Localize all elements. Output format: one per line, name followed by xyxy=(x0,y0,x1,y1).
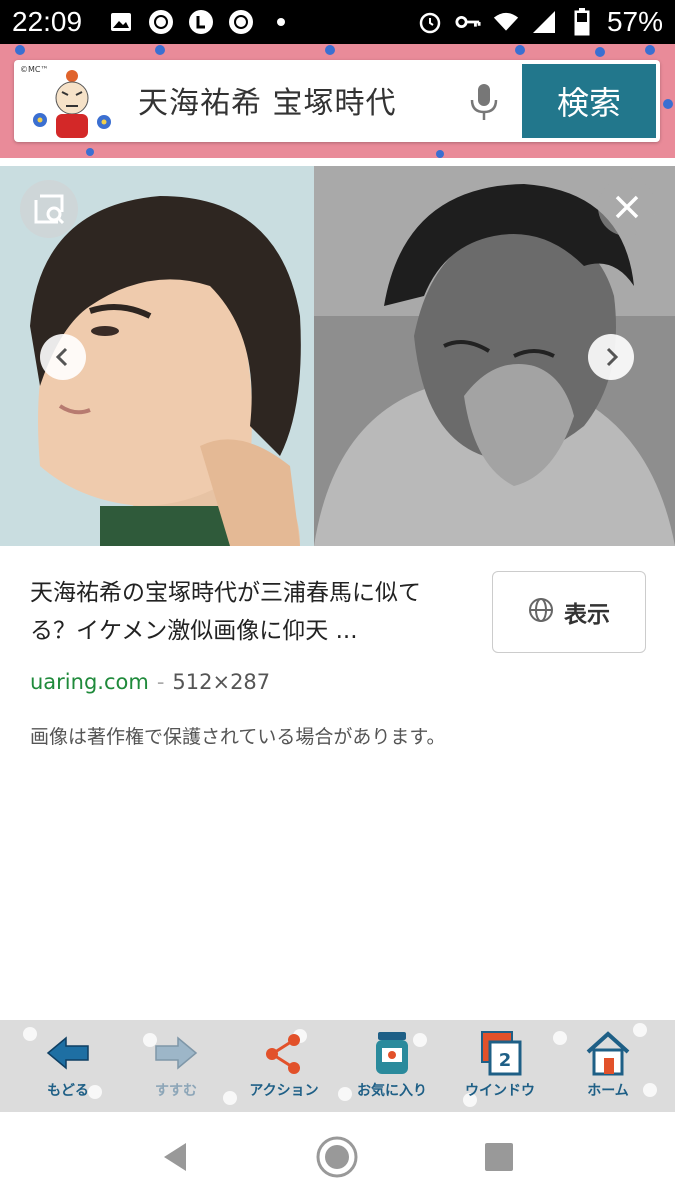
image-search-icon[interactable] xyxy=(20,180,78,238)
source-row: uaring.com -512×287 xyxy=(30,670,270,694)
little-my-logo: ©MC™ xyxy=(16,62,116,140)
nav-back-icon[interactable] xyxy=(150,1132,200,1182)
key-icon xyxy=(455,9,481,35)
status-time: 22:09 xyxy=(12,6,83,37)
nav-home-icon[interactable] xyxy=(312,1132,362,1182)
copyright-notice: 画像は著作権で保護されている場合があります。 xyxy=(30,726,446,748)
alarm-icon xyxy=(417,9,443,35)
logo-text: ©MC™ xyxy=(20,65,49,74)
home-icon xyxy=(586,1031,630,1076)
browser-toolbar: もどる すすむ アクション お気に入り 2 ウインドウ ホーム xyxy=(0,1020,675,1112)
home-label: ホーム xyxy=(587,1083,629,1099)
home-button[interactable]: ホーム xyxy=(554,1030,662,1108)
source-separator: - xyxy=(156,670,165,694)
jar-bookmark-icon xyxy=(376,1032,408,1074)
status-bar: 22:09 57% xyxy=(0,0,675,44)
window-label: ウインドウ xyxy=(465,1083,535,1099)
window-count-badge: 2 xyxy=(499,1050,512,1071)
mic-icon[interactable] xyxy=(466,82,502,122)
chevron-left-icon[interactable] xyxy=(40,334,86,380)
share-icon xyxy=(266,1034,300,1074)
system-nav-bar xyxy=(0,1112,675,1200)
view-button-label: 表示 xyxy=(564,602,610,628)
globe-icon xyxy=(528,597,554,627)
image-viewer[interactable] xyxy=(0,166,675,546)
line-l-icon xyxy=(188,9,214,35)
view-button[interactable]: 表示 xyxy=(492,571,646,653)
battery-percent: 57% xyxy=(606,6,663,37)
forward-arrow-icon xyxy=(155,1036,198,1070)
favorites-label: お気に入り xyxy=(357,1083,427,1099)
search-button[interactable]: 検索 xyxy=(520,62,658,140)
action-button[interactable]: アクション xyxy=(230,1030,338,1108)
action-label: アクション xyxy=(249,1083,319,1099)
back-label: もどる xyxy=(47,1083,89,1099)
nav-recents-icon[interactable] xyxy=(474,1132,524,1182)
window-button[interactable]: 2 ウインドウ xyxy=(446,1030,554,1108)
forward-button[interactable]: すすむ xyxy=(122,1030,230,1108)
forward-label: すすむ xyxy=(155,1083,197,1099)
close-icon[interactable] xyxy=(598,178,656,236)
source-domain[interactable]: uaring.com xyxy=(30,670,149,694)
result-title-link[interactable]: 天海祐希の宝塚時代が三浦春馬に似てる？イケメン激似画像に仰天 ... xyxy=(30,574,460,650)
sync-icon xyxy=(228,9,254,35)
windows-icon: 2 xyxy=(481,1031,522,1076)
back-button[interactable]: もどる xyxy=(14,1030,122,1108)
image-dimensions: 512×287 xyxy=(172,670,271,694)
search-query[interactable]: 天海祐希 宝塚時代 xyxy=(138,78,397,122)
battery-icon xyxy=(569,8,595,36)
sync-icon xyxy=(148,9,174,35)
search-header: ©MC™ 天海祐希 宝塚時代 検索 xyxy=(0,44,675,158)
dot-icon xyxy=(268,9,294,35)
search-box[interactable]: ©MC™ 天海祐希 宝塚時代 検索 xyxy=(14,60,660,142)
favorites-button[interactable]: お気に入り xyxy=(338,1030,446,1108)
wifi-icon xyxy=(493,9,519,35)
notification-icons xyxy=(108,9,294,35)
back-arrow-icon xyxy=(46,1036,89,1070)
image-icon xyxy=(108,9,134,35)
signal-icon xyxy=(531,9,557,35)
chevron-right-icon[interactable] xyxy=(588,334,634,380)
